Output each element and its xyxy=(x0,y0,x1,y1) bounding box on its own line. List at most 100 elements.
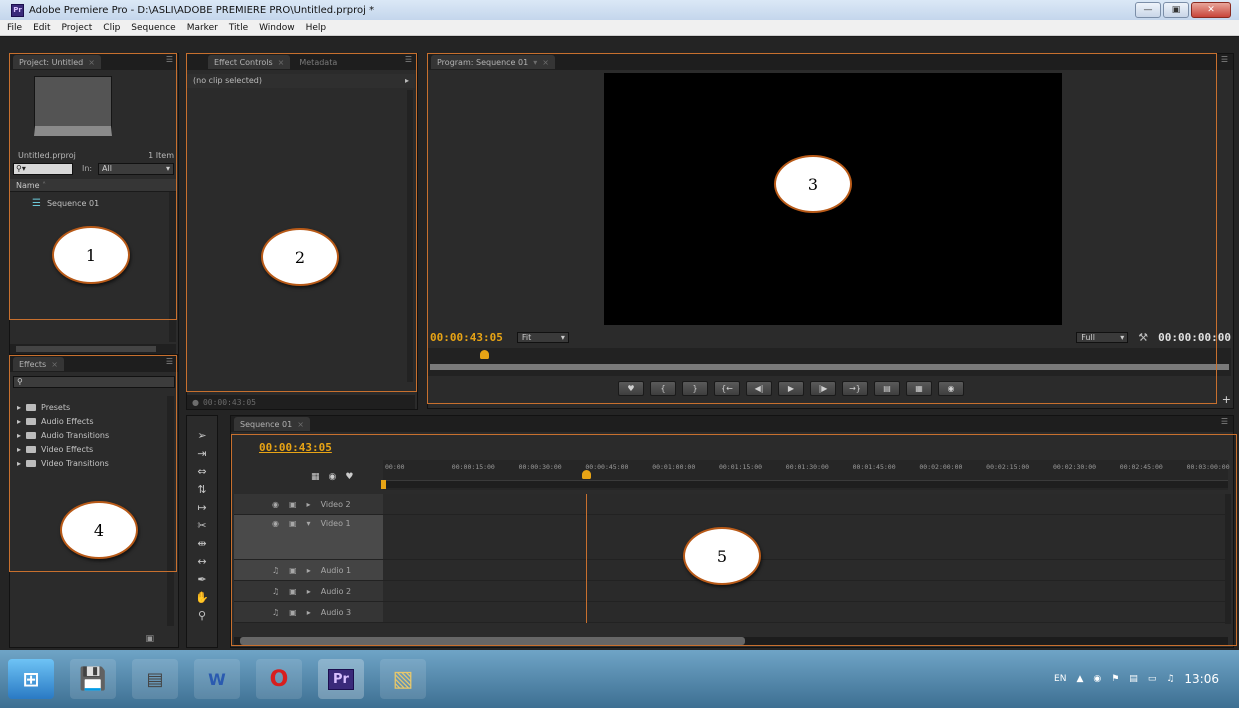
expand-arrow-icon[interactable]: ▸ xyxy=(17,445,21,454)
project-scrollbar[interactable] xyxy=(169,192,176,342)
rate-stretch-tool-icon[interactable]: ↦ xyxy=(187,498,217,516)
lift-button[interactable]: ▤ xyxy=(874,381,900,396)
pen-tool-icon[interactable]: ✒ xyxy=(187,570,217,588)
effects-folder-audio-effects[interactable]: ▸ Audio Effects xyxy=(10,414,165,428)
project-hscrollbar[interactable] xyxy=(10,344,176,354)
zoom-tool-icon[interactable]: ⚲ xyxy=(187,606,217,624)
computer-app-icon[interactable]: ▤ xyxy=(132,659,178,699)
step-back-button[interactable]: ◀| xyxy=(746,381,772,396)
expand-arrow-icon[interactable]: ▸ xyxy=(17,459,21,468)
expand-arrow-icon[interactable]: ▸ xyxy=(17,431,21,440)
tray-arrow-icon[interactable]: ▲ xyxy=(1076,674,1083,684)
effects-folder-video-effects[interactable]: ▸ Video Effects xyxy=(10,442,165,456)
snap-icon[interactable]: ▦ xyxy=(311,472,320,482)
effects-folder-video-transitions[interactable]: ▸ Video Transitions xyxy=(10,456,165,470)
menu-window[interactable]: Window xyxy=(259,23,295,33)
export-frame-button[interactable]: ◉ xyxy=(938,381,964,396)
go-to-in-button[interactable]: {← xyxy=(714,381,740,396)
speaker-icon[interactable]: ♫ xyxy=(272,566,279,575)
close-tab-icon[interactable]: × xyxy=(278,58,285,67)
new-bin-icon[interactable]: ▣ xyxy=(145,634,154,644)
panel-menu-icon[interactable]: ☰ xyxy=(1221,417,1228,426)
close-tab-icon[interactable]: × xyxy=(297,420,304,429)
premiere-taskbar-icon[interactable]: Pr xyxy=(318,659,364,699)
mark-out-button[interactable]: } xyxy=(682,381,708,396)
chevron-down-icon[interactable]: ▾ xyxy=(533,58,537,67)
clock[interactable]: 13:06 xyxy=(1184,672,1219,686)
save-app-icon[interactable]: 💾 xyxy=(70,659,116,699)
project-search-input[interactable]: ⚲▾ xyxy=(13,163,73,175)
speaker-icon[interactable]: ♫ xyxy=(272,608,279,617)
program-scrubber[interactable] xyxy=(428,348,1231,376)
tab-effects[interactable]: Effects × xyxy=(13,357,64,371)
close-tab-icon[interactable]: × xyxy=(51,360,58,369)
lock-icon[interactable]: ▣ xyxy=(289,608,297,617)
sequence-item[interactable]: ☰ Sequence 01 xyxy=(32,198,99,209)
razor-tool-icon[interactable]: ✂ xyxy=(187,516,217,534)
in-select[interactable]: All ▾ xyxy=(98,163,174,175)
panel-menu-icon[interactable]: ☰ xyxy=(1221,55,1228,64)
language-indicator[interactable]: EN xyxy=(1054,674,1066,684)
expand-arrow-icon[interactable]: ▸ xyxy=(17,403,21,412)
work-area-bar[interactable] xyxy=(383,480,1228,488)
expand-arrow-icon[interactable]: ▸ xyxy=(307,587,311,596)
tab-project[interactable]: Project: Untitled × xyxy=(13,55,101,69)
hand-tool-icon[interactable]: ✋ xyxy=(187,588,217,606)
track-select-tool-icon[interactable]: ⇥ xyxy=(187,444,217,462)
menu-help[interactable]: Help xyxy=(306,23,327,33)
playhead-line[interactable] xyxy=(585,494,587,623)
add-button-icon[interactable]: + xyxy=(1222,393,1231,406)
lock-icon[interactable]: ▣ xyxy=(289,500,297,509)
panel-menu-icon[interactable]: ☰ xyxy=(166,55,173,64)
expand-arrow-icon[interactable]: ▸ xyxy=(307,608,311,617)
panel-menu-icon[interactable]: ☰ xyxy=(405,55,412,64)
maximize-button[interactable]: ▣ xyxy=(1163,2,1189,18)
expand-arrow-icon[interactable]: ▸ xyxy=(17,417,21,426)
speaker-icon[interactable]: ♫ xyxy=(272,587,279,596)
play-arrow-icon[interactable]: ▸ xyxy=(405,74,409,88)
menu-sequence[interactable]: Sequence xyxy=(131,23,175,33)
lock-icon[interactable]: ▣ xyxy=(289,587,297,596)
menu-file[interactable]: File xyxy=(7,23,22,33)
tab-sequence[interactable]: Sequence 01 × xyxy=(234,417,310,431)
extract-button[interactable]: ▦ xyxy=(906,381,932,396)
add-marker-button[interactable]: ♥ xyxy=(618,381,644,396)
lock-icon[interactable]: ▣ xyxy=(289,519,297,528)
go-to-out-button[interactable]: →} xyxy=(842,381,868,396)
scrubber-track[interactable] xyxy=(430,364,1229,370)
tray-app-icon[interactable]: ◉ xyxy=(1093,674,1101,684)
mark-in-button[interactable]: { xyxy=(650,381,676,396)
minimize-button[interactable]: — xyxy=(1135,2,1161,18)
time-ruler[interactable]: 00:00 00:00:15:00 00:00:30:00 00:00:45:00 00… xyxy=(381,460,1230,490)
effects-folder-audio-transitions[interactable]: ▸ Audio Transitions xyxy=(10,428,165,442)
quality-select[interactable]: Full ▾ xyxy=(1076,331,1129,343)
tab-program[interactable]: Program: Sequence 01 ▾ × xyxy=(431,55,555,69)
opera-app-icon[interactable]: O xyxy=(256,659,302,699)
menu-project[interactable]: Project xyxy=(62,23,93,33)
timeline-timecode[interactable]: 00:00:43:05 xyxy=(259,441,332,454)
slide-tool-icon[interactable]: ↔ xyxy=(187,552,217,570)
work-area-start-handle[interactable] xyxy=(381,480,386,489)
playhead-icon[interactable] xyxy=(480,350,489,359)
name-column-header[interactable]: Name ˄ xyxy=(10,179,176,192)
play-button[interactable]: ▶ xyxy=(778,381,804,396)
marker-icon[interactable]: ◉ xyxy=(329,472,337,482)
fit-select[interactable]: Fit ▾ xyxy=(516,331,569,343)
network-icon[interactable]: ▤ xyxy=(1129,674,1138,684)
tab-effect-controls[interactable]: Effect Controls × xyxy=(208,55,291,69)
flag-icon[interactable]: ⚑ xyxy=(1111,674,1119,684)
effects-search-input[interactable]: ⚲ xyxy=(13,376,175,388)
step-forward-button[interactable]: |▶ xyxy=(810,381,836,396)
slip-tool-icon[interactable]: ⇹ xyxy=(187,534,217,552)
ripple-edit-tool-icon[interactable]: ⇔ xyxy=(187,462,217,480)
rolling-edit-tool-icon[interactable]: ⇅ xyxy=(187,480,217,498)
tab-metadata[interactable]: Metadata xyxy=(293,55,343,69)
add-marker-icon[interactable]: ♥ xyxy=(345,472,353,482)
expand-arrow-icon[interactable]: ▸ xyxy=(307,500,311,509)
lock-icon[interactable]: ▣ xyxy=(289,566,297,575)
close-tab-icon[interactable]: × xyxy=(88,58,95,67)
folder-app-icon[interactable]: ▧ xyxy=(380,659,426,699)
close-tab-icon[interactable]: × xyxy=(542,58,549,67)
close-button[interactable]: ✕ xyxy=(1191,2,1231,18)
playhead-icon[interactable] xyxy=(581,470,591,479)
